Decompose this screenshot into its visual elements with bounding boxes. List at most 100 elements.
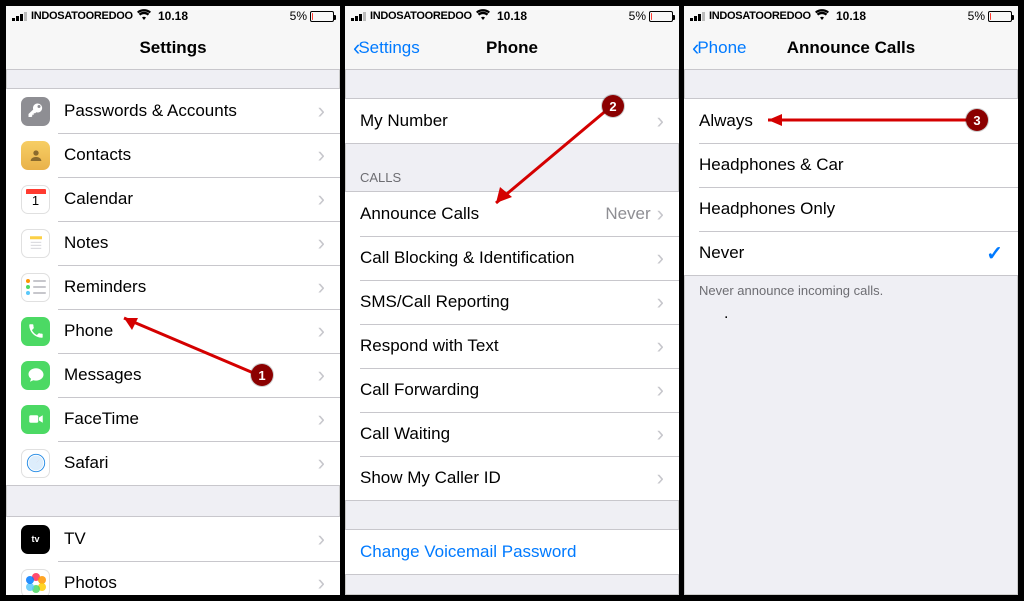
nav-bar: ‹ Phone Announce Calls — [684, 26, 1018, 70]
chevron-right-icon: › — [318, 188, 325, 210]
row-call-blocking[interactable]: Call Blocking & Identification › — [345, 236, 679, 280]
chevron-right-icon: › — [318, 232, 325, 254]
calendar-icon: 1 — [21, 185, 50, 214]
notes-icon — [21, 229, 50, 258]
battery-icon — [649, 11, 673, 22]
chevron-right-icon: › — [318, 100, 325, 122]
status-bar: INDOSATOOREDOO 10.18 5% — [6, 6, 340, 26]
row-label: Notes — [64, 233, 318, 253]
carrier-label: INDOSATOOREDOO — [370, 10, 472, 22]
nav-bar: ‹ Settings Phone — [345, 26, 679, 70]
battery-icon — [988, 11, 1012, 22]
settings-row-phone[interactable]: Phone › — [6, 309, 340, 353]
chevron-right-icon: › — [657, 203, 664, 225]
chevron-right-icon: › — [657, 291, 664, 313]
safari-icon — [21, 449, 50, 478]
row-my-number[interactable]: My Number › — [345, 99, 679, 143]
row-label: Call Forwarding — [360, 380, 657, 400]
callout-badge-1: 1 — [251, 364, 273, 386]
checkmark-icon: ✓ — [986, 241, 1003, 266]
settings-row-safari[interactable]: Safari › — [6, 441, 340, 485]
settings-row-contacts[interactable]: Contacts › — [6, 133, 340, 177]
callout-badge-2: 2 — [602, 95, 624, 117]
page-title: Settings — [6, 38, 340, 58]
settings-row-facetime[interactable]: FaceTime › — [6, 397, 340, 441]
option-label: Never — [699, 243, 986, 263]
row-change-voicemail-password[interactable]: Change Voicemail Password — [345, 530, 679, 574]
row-announce-calls[interactable]: Announce Calls Never › — [345, 192, 679, 236]
chevron-right-icon: › — [318, 528, 325, 550]
wifi-icon — [137, 9, 151, 23]
chevron-right-icon: › — [657, 467, 664, 489]
screen-announce-calls: INDOSATOOREDOO 10.18 5% ‹ Phone Announce… — [684, 6, 1018, 595]
settings-row-calendar[interactable]: 1 Calendar › — [6, 177, 340, 221]
chevron-right-icon: › — [318, 408, 325, 430]
signal-icon — [690, 12, 705, 21]
screen-phone-settings: INDOSATOOREDOO 10.18 5% ‹ Settings Phone… — [345, 6, 679, 595]
option-never[interactable]: Never ✓ — [684, 231, 1018, 275]
status-bar: INDOSATOOREDOO 10.18 5% — [684, 6, 1018, 26]
photos-icon — [21, 569, 50, 596]
option-label: Headphones Only — [699, 199, 1003, 219]
chevron-right-icon: › — [318, 452, 325, 474]
settings-row-photos[interactable]: Photos › — [6, 561, 340, 595]
nav-bar: Settings — [6, 26, 340, 70]
option-headphones-only[interactable]: Headphones Only — [684, 187, 1018, 231]
row-detail: Never — [605, 204, 650, 224]
back-label: Phone — [697, 38, 746, 58]
chevron-right-icon: › — [657, 423, 664, 445]
chevron-right-icon: › — [318, 320, 325, 342]
settings-row-tv[interactable]: tv TV › — [6, 517, 340, 561]
row-label: Call Waiting — [360, 424, 657, 444]
settings-row-passwords[interactable]: Passwords & Accounts › — [6, 89, 340, 133]
key-icon — [21, 97, 50, 126]
facetime-icon — [21, 405, 50, 434]
group-header-calls: CALLS — [345, 164, 679, 191]
wifi-icon — [476, 9, 490, 23]
phone-icon — [21, 317, 50, 346]
option-headphones-car[interactable]: Headphones & Car — [684, 143, 1018, 187]
messages-icon — [21, 361, 50, 390]
battery-percent: 5% — [968, 9, 985, 23]
settings-row-notes[interactable]: Notes › — [6, 221, 340, 265]
back-label: Settings — [358, 38, 419, 58]
group-footer: Never announce incoming calls. — [684, 276, 1018, 305]
option-label: Always — [699, 111, 1003, 131]
back-button[interactable]: ‹ Phone — [692, 37, 747, 59]
clock-label: 10.18 — [158, 9, 188, 23]
carrier-label: INDOSATOOREDOO — [709, 10, 811, 22]
row-label: Phone — [64, 321, 318, 341]
battery-icon — [310, 11, 334, 22]
battery-percent: 5% — [290, 9, 307, 23]
chevron-right-icon: › — [318, 364, 325, 386]
chevron-right-icon: › — [318, 144, 325, 166]
chevron-right-icon: › — [657, 247, 664, 269]
row-label: Change Voicemail Password — [360, 542, 664, 562]
status-bar: INDOSATOOREDOO 10.18 5% — [345, 6, 679, 26]
row-label: Safari — [64, 453, 318, 473]
chevron-right-icon: › — [318, 572, 325, 594]
row-label: Call Blocking & Identification — [360, 248, 657, 268]
chevron-right-icon: › — [657, 335, 664, 357]
screen-settings: INDOSATOOREDOO 10.18 5% Settings Passwor… — [6, 6, 340, 595]
row-call-forwarding[interactable]: Call Forwarding › — [345, 368, 679, 412]
row-label: Show My Caller ID — [360, 468, 657, 488]
row-label: SMS/Call Reporting — [360, 292, 657, 312]
wifi-icon — [815, 9, 829, 23]
row-label: Calendar — [64, 189, 318, 209]
carrier-label: INDOSATOOREDOO — [31, 10, 133, 22]
row-call-waiting[interactable]: Call Waiting › — [345, 412, 679, 456]
back-button[interactable]: ‹ Settings — [353, 37, 420, 59]
tv-icon: tv — [21, 525, 50, 554]
row-label: Reminders — [64, 277, 318, 297]
signal-icon — [351, 12, 366, 21]
chevron-right-icon: › — [318, 276, 325, 298]
row-show-caller-id[interactable]: Show My Caller ID › — [345, 456, 679, 500]
row-label: Photos — [64, 573, 318, 593]
row-label: Respond with Text — [360, 336, 657, 356]
row-respond-with-text[interactable]: Respond with Text › — [345, 324, 679, 368]
settings-row-reminders[interactable]: Reminders › — [6, 265, 340, 309]
row-sms-call-reporting[interactable]: SMS/Call Reporting › — [345, 280, 679, 324]
clock-label: 10.18 — [497, 9, 527, 23]
settings-row-messages[interactable]: Messages › — [6, 353, 340, 397]
